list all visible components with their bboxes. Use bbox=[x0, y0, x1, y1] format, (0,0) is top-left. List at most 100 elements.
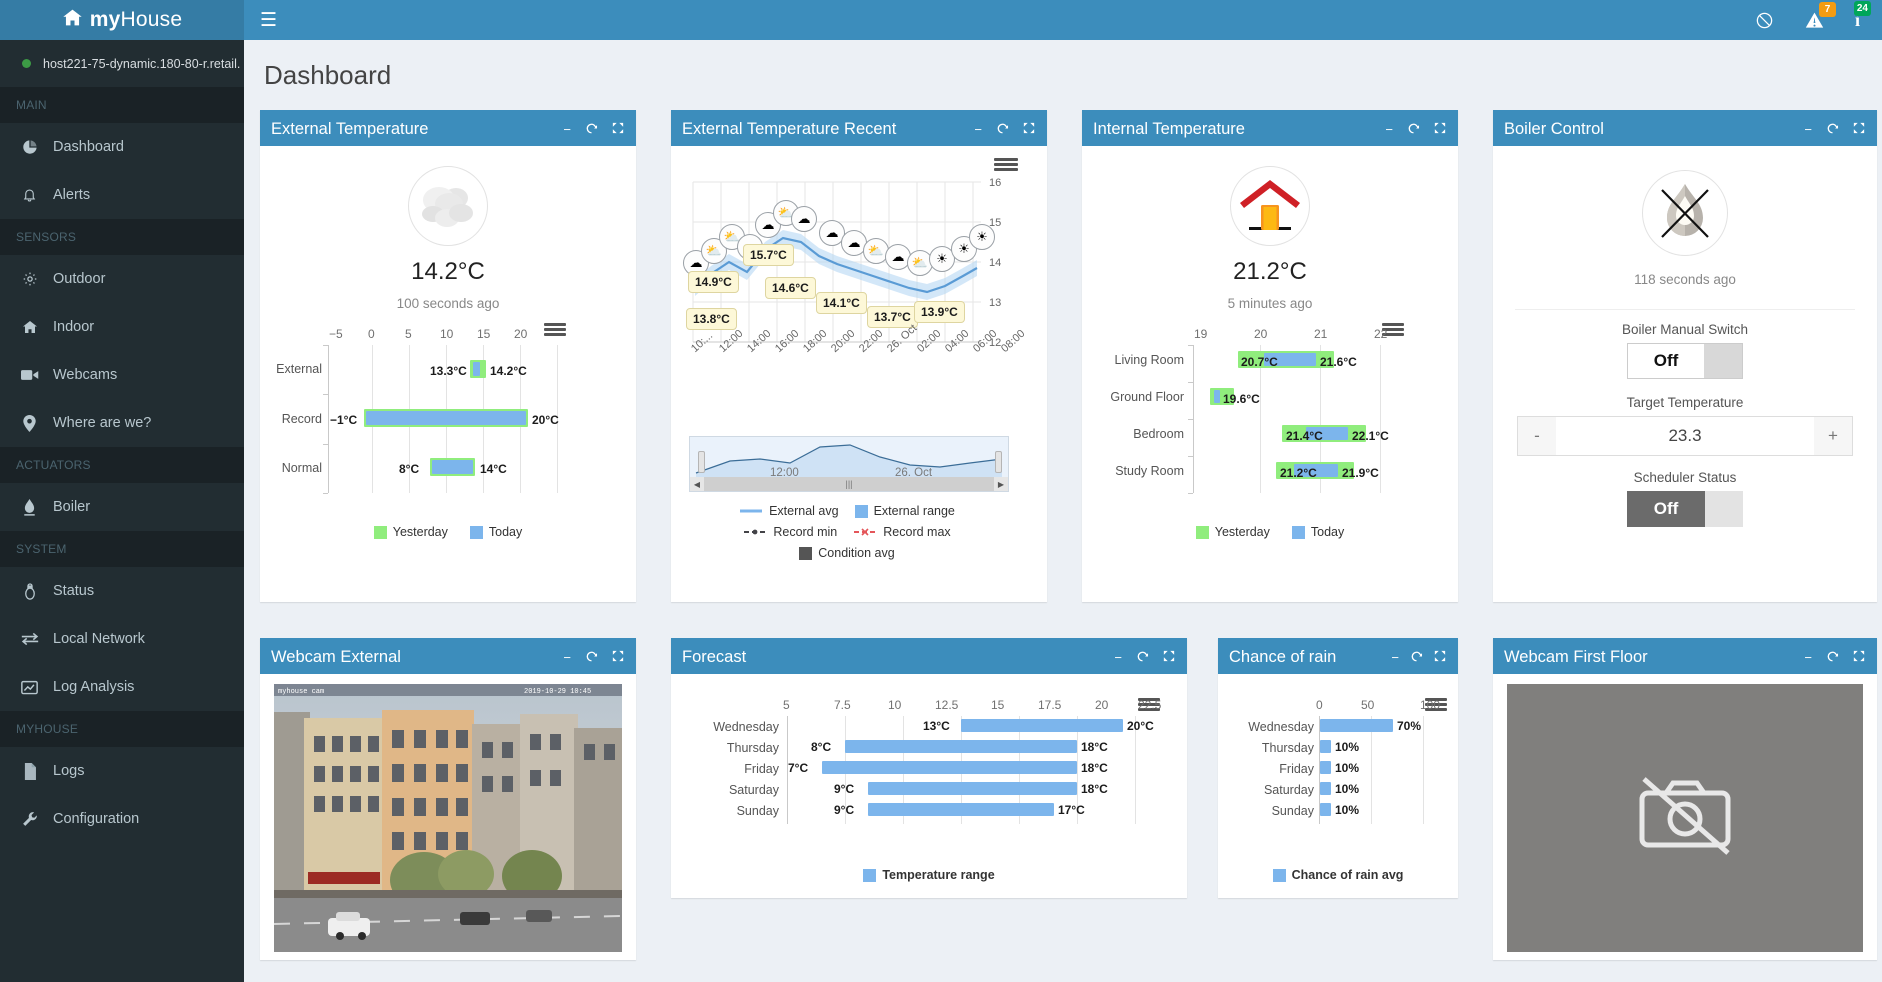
widget-header: Webcam External − bbox=[260, 641, 636, 674]
legend-item-record-max[interactable]: Record max bbox=[853, 525, 950, 539]
minimize-button[interactable]: − bbox=[1385, 122, 1393, 137]
warning-icon[interactable]: 7 bbox=[1804, 11, 1825, 30]
sidebar-item-label: Logs bbox=[53, 763, 84, 779]
refresh-button[interactable] bbox=[1136, 650, 1149, 666]
legend-item-external-avg[interactable]: External avg bbox=[739, 504, 838, 518]
widget-body: 21.2°C 5 minutes ago 19 20 21 22 bbox=[1082, 146, 1458, 549]
bar-value-low: −1°C bbox=[330, 413, 357, 427]
sidebar-item-webcams[interactable]: Webcams bbox=[0, 351, 244, 399]
svg-text:13: 13 bbox=[989, 297, 1001, 309]
scheduler-status-toggle[interactable]: Off bbox=[1627, 491, 1743, 527]
navigator-right-handle[interactable] bbox=[995, 451, 1002, 473]
sidebar-item-status[interactable]: Status bbox=[0, 567, 244, 615]
legend-label: Record min bbox=[773, 525, 837, 539]
sidebar-item-configuration[interactable]: Configuration bbox=[0, 795, 244, 843]
legend-item-condition-avg[interactable]: Condition avg bbox=[799, 546, 894, 560]
legend-swatch bbox=[470, 526, 483, 539]
legend-item-today[interactable]: Today bbox=[470, 525, 522, 539]
exchange-icon bbox=[19, 632, 40, 646]
legend-item-temperature-range[interactable]: Temperature range bbox=[863, 868, 994, 882]
chart-legend: Yesterday Today bbox=[272, 525, 624, 539]
scroll-left-button[interactable]: ◀ bbox=[690, 477, 704, 491]
navigator-scrollbar[interactable]: ◀ ||| ▶ bbox=[690, 477, 1008, 491]
gridline bbox=[1423, 716, 1424, 824]
sidebar-item-boiler[interactable]: Boiler bbox=[0, 483, 244, 531]
minimize-button[interactable]: − bbox=[1804, 122, 1812, 137]
widget-body: myhouse cam 2019-10-29 10:45 bbox=[260, 674, 636, 962]
bar-value-label: 10% bbox=[1335, 740, 1359, 754]
toggle-knob[interactable] bbox=[1704, 344, 1742, 378]
target-temperature-value[interactable]: 23.3 bbox=[1556, 417, 1814, 455]
sidebar-item-label: Outdoor bbox=[53, 271, 105, 287]
sidebar-item-log-analysis[interactable]: Log Analysis bbox=[0, 663, 244, 711]
expand-button[interactable] bbox=[1853, 122, 1865, 137]
category-label: Living Room bbox=[1086, 353, 1184, 367]
refresh-button[interactable] bbox=[585, 122, 598, 138]
toggle-knob[interactable] bbox=[1705, 491, 1743, 527]
category-label: Sunday bbox=[683, 804, 779, 818]
sidebar-toggle-button[interactable]: ☰ bbox=[260, 11, 277, 30]
refresh-button[interactable] bbox=[1407, 122, 1420, 138]
legend-label: Chance of rain avg bbox=[1292, 868, 1404, 882]
minimize-button[interactable]: − bbox=[974, 122, 982, 137]
bar-today bbox=[432, 460, 473, 474]
chance-of-rain-chart: 0 50 100 Wednesday Thursday Friday Satur… bbox=[1230, 702, 1446, 854]
expand-button[interactable] bbox=[1434, 122, 1446, 137]
expand-button[interactable] bbox=[1163, 650, 1175, 665]
legend-swatch bbox=[1273, 869, 1286, 882]
boiler-manual-switch-toggle[interactable]: Off bbox=[1627, 343, 1743, 379]
legend-item-today[interactable]: Today bbox=[1292, 525, 1344, 539]
y-tick bbox=[1188, 493, 1193, 494]
expand-button[interactable] bbox=[1023, 122, 1035, 137]
navigator-left-handle[interactable] bbox=[698, 451, 705, 473]
refresh-button[interactable] bbox=[996, 122, 1009, 138]
app-logo[interactable]: myHouse bbox=[0, 0, 244, 40]
sidebar-item-where-are-we[interactable]: Where are we? bbox=[0, 399, 244, 447]
webcam-external-image[interactable]: myhouse cam 2019-10-29 10:45 bbox=[274, 684, 622, 952]
expand-button[interactable] bbox=[1434, 650, 1446, 665]
expand-button[interactable] bbox=[1853, 650, 1865, 665]
chart-menu-button[interactable] bbox=[544, 323, 566, 338]
minimize-button[interactable]: − bbox=[1804, 650, 1812, 665]
last-update: 5 minutes ago bbox=[1228, 296, 1313, 311]
legend-item-yesterday[interactable]: Yesterday bbox=[374, 525, 448, 539]
refresh-button[interactable] bbox=[1826, 650, 1839, 666]
sidebar-item-dashboard[interactable]: Dashboard bbox=[0, 123, 244, 171]
minimize-button[interactable]: − bbox=[563, 122, 571, 137]
legend-item-chance-of-rain-avg[interactable]: Chance of rain avg bbox=[1273, 868, 1404, 882]
sidebar-item-alerts[interactable]: Alerts bbox=[0, 171, 244, 219]
expand-button[interactable] bbox=[612, 122, 624, 137]
chart-navigator[interactable]: 12:00 26. Oct ◀ ||| ▶ bbox=[689, 436, 1009, 492]
navbar-icon-group: 7 i 24 bbox=[1755, 10, 1868, 31]
scroll-right-button[interactable]: ▶ bbox=[994, 477, 1008, 491]
refresh-button[interactable] bbox=[1410, 650, 1423, 666]
widget-title: Forecast bbox=[682, 648, 746, 667]
legend-item-record-min[interactable]: Record min bbox=[743, 525, 837, 539]
minimize-button[interactable]: − bbox=[1114, 650, 1122, 665]
legend-label: Today bbox=[489, 525, 522, 539]
sidebar-item-local-network[interactable]: Local Network bbox=[0, 615, 244, 663]
sidebar-item-logs[interactable]: Logs bbox=[0, 747, 244, 795]
widget-tools: − bbox=[563, 122, 624, 138]
refresh-button[interactable] bbox=[1826, 122, 1839, 138]
webcam-unavailable-placeholder[interactable] bbox=[1507, 684, 1863, 952]
y-tick bbox=[1188, 382, 1193, 383]
legend-label: Today bbox=[1311, 525, 1344, 539]
target-temperature-stepper[interactable]: - 23.3 + bbox=[1517, 416, 1853, 456]
home-icon bbox=[62, 7, 83, 34]
minimize-button[interactable]: − bbox=[1391, 650, 1399, 665]
scroll-grip[interactable]: ||| bbox=[704, 479, 994, 489]
decrement-button[interactable]: - bbox=[1518, 417, 1556, 455]
minimize-button[interactable]: − bbox=[563, 650, 571, 665]
sidebar-item-indoor[interactable]: Indoor bbox=[0, 303, 244, 351]
category-label: Friday bbox=[1222, 762, 1314, 776]
bar-value-low: 20.7°C bbox=[1241, 355, 1278, 369]
info-icon[interactable]: i 24 bbox=[1855, 10, 1860, 31]
block-icon[interactable] bbox=[1755, 11, 1774, 30]
legend-item-external-range[interactable]: External range bbox=[855, 504, 955, 518]
legend-item-yesterday[interactable]: Yesterday bbox=[1196, 525, 1270, 539]
expand-button[interactable] bbox=[612, 650, 624, 665]
refresh-button[interactable] bbox=[585, 650, 598, 666]
sidebar-item-outdoor[interactable]: Outdoor bbox=[0, 255, 244, 303]
increment-button[interactable]: + bbox=[1814, 417, 1852, 455]
